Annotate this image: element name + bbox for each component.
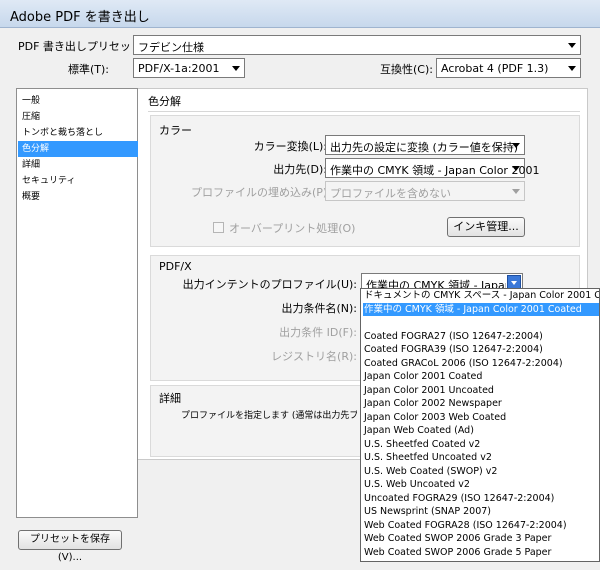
- condition-name-label: 出力条件名(N):: [281, 302, 357, 315]
- output-intent-label: 出力インテントのプロファイル(U):: [182, 278, 357, 291]
- sidebar-item-advanced[interactable]: 詳細: [18, 157, 139, 173]
- overprint-label: オーバープリント処理(O): [229, 222, 356, 235]
- chevron-down-icon: [512, 189, 520, 194]
- sidebar-item-label: 一般: [22, 96, 41, 106]
- sidebar-item-label: セキュリティ: [22, 176, 76, 186]
- profile-embed-dropdown[interactable]: プロファイルを含めない: [325, 181, 525, 201]
- standard-value: PDF/X-1a:2001: [138, 62, 220, 75]
- detail-text: プロファイルを指定します (通常は出力先プロファイル: [181, 411, 357, 421]
- profile-embed-value: プロファイルを含めない: [330, 187, 451, 200]
- save-preset-button[interactable]: プリセットを保存(V)...: [18, 530, 122, 563]
- list-item[interactable]: U.S. Web Uncoated v2: [363, 478, 599, 492]
- color-group: カラー カラー変換(L): 出力先の設定に変換 (カラー値を保持) 出力先(D)…: [150, 115, 580, 247]
- profile-embed-label: プロファイルの埋め込み(P):: [191, 186, 331, 199]
- ink-manager-label: インキ管理...: [453, 220, 519, 233]
- pdfx-group-title: PDF/X: [159, 260, 192, 273]
- ink-manager-button[interactable]: インキ管理...: [447, 217, 525, 237]
- compat-value: Acrobat 4 (PDF 1.3): [441, 62, 549, 75]
- color-conversion-dropdown[interactable]: 出力先の設定に変換 (カラー値を保持): [325, 135, 525, 155]
- chevron-down-icon: [232, 66, 240, 71]
- sidebar-item-general[interactable]: 一般: [18, 93, 139, 109]
- list-item[interactable]: US Newsprint (SNAP 2007): [363, 505, 599, 519]
- list-item[interactable]: U.S. Sheetfed Uncoated v2: [363, 451, 599, 465]
- list-item[interactable]: Web Coated SWOP 2006 Grade 3 Paper: [363, 532, 599, 546]
- chevron-down-icon: [568, 66, 576, 71]
- color-conversion-label: カラー変換(L):: [253, 140, 327, 153]
- output-intent-popup-list: ドキュメントの CMYK スペース - Japan Color 2001 Coa…: [360, 288, 600, 562]
- list-item[interactable]: Coated GRACoL 2006 (ISO 12647-2:2004): [363, 357, 599, 371]
- list-item[interactable]: U.S. Sheetfed Coated v2: [363, 438, 599, 452]
- window-title: Adobe PDF を書き出し: [10, 10, 150, 25]
- standard-dropdown[interactable]: PDF/X-1a:2001: [133, 58, 245, 78]
- sidebar-item-compression[interactable]: 圧縮: [18, 109, 139, 125]
- list-item[interactable]: Japan Color 2003 Web Coated: [363, 411, 599, 425]
- color-group-title: カラー: [159, 124, 192, 137]
- registry-name-label: レジストリ名(R):: [271, 350, 357, 363]
- sidebar-item-label: 詳細: [22, 160, 41, 170]
- save-preset-label: プリセットを保存(V)...: [30, 534, 110, 563]
- list-item[interactable]: Japan Web Coated (Ad): [363, 424, 599, 438]
- color-conversion-value: 出力先の設定に変換 (カラー値を保持): [330, 141, 519, 154]
- sidebar-item-marks-bleeds[interactable]: トンボと裁ち落とし: [18, 125, 139, 141]
- destination-dropdown[interactable]: 作業中の CMYK 領域 - Japan Color 2001: [325, 158, 539, 178]
- list-item[interactable]: [363, 316, 599, 330]
- sidebar-item-label: 概要: [22, 192, 41, 202]
- list-item[interactable]: Japan Color 2002 Newspaper: [363, 397, 599, 411]
- sidebar-item-summary[interactable]: 概要: [18, 189, 139, 205]
- page-title: 色分解: [148, 95, 181, 108]
- list-item[interactable]: Web Coated FOGRA28 (ISO 12647-2:2004): [363, 519, 599, 533]
- heading-divider: [148, 111, 580, 112]
- overprint-checkbox[interactable]: [213, 222, 224, 233]
- chevron-down-icon: [568, 43, 576, 48]
- destination-value: 作業中の CMYK 領域 - Japan Color 2001: [330, 164, 540, 177]
- detail-group-title: 詳細: [159, 392, 181, 405]
- list-item[interactable]: Uncoated FOGRA29 (ISO 12647-2:2004): [363, 492, 599, 506]
- standard-label: 標準(T):: [68, 63, 110, 76]
- list-item[interactable]: U.S. Web Coated (SWOP) v2: [363, 465, 599, 479]
- sidebar-item-label: 色分解: [22, 144, 50, 154]
- sidebar: 一般 圧縮 トンボと裁ち落とし 色分解 詳細 セキュリティ 概要: [16, 88, 139, 518]
- destination-label: 出力先(D):: [273, 163, 327, 176]
- list-item[interactable]: Web Coated SWOP 2006 Grade 5 Paper: [363, 546, 599, 560]
- compat-label: 互換性(C):: [380, 63, 433, 76]
- compat-dropdown[interactable]: Acrobat 4 (PDF 1.3): [436, 58, 581, 78]
- sidebar-item-label: トンボと裁ち落とし: [22, 128, 104, 138]
- list-item[interactable]: Coated FOGRA27 (ISO 12647-2:2004): [363, 330, 599, 344]
- sidebar-item-label: 圧縮: [22, 112, 41, 122]
- list-item[interactable]: ドキュメントの CMYK スペース - Japan Color 2001 Coa…: [363, 289, 599, 303]
- title-bar: Adobe PDF を書き出し: [0, 0, 600, 28]
- sidebar-item-output[interactable]: 色分解: [18, 141, 139, 157]
- preset-dropdown[interactable]: フデビン仕様: [133, 35, 581, 55]
- list-item[interactable]: Coated FOGRA39 (ISO 12647-2:2004): [363, 343, 599, 357]
- condition-id-label: 出力条件 ID(F):: [279, 326, 357, 339]
- list-item[interactable]: 作業中の CMYK 領域 - Japan Color 2001 Coated: [363, 302, 599, 316]
- sidebar-item-security[interactable]: セキュリティ: [18, 173, 139, 189]
- list-item[interactable]: Japan Color 2001 Uncoated: [363, 384, 599, 398]
- chevron-down-icon: [512, 143, 520, 148]
- chevron-down-icon: [512, 166, 520, 171]
- list-item[interactable]: Japan Color 2001 Coated: [363, 370, 599, 384]
- preset-value: フデビン仕様: [138, 41, 204, 54]
